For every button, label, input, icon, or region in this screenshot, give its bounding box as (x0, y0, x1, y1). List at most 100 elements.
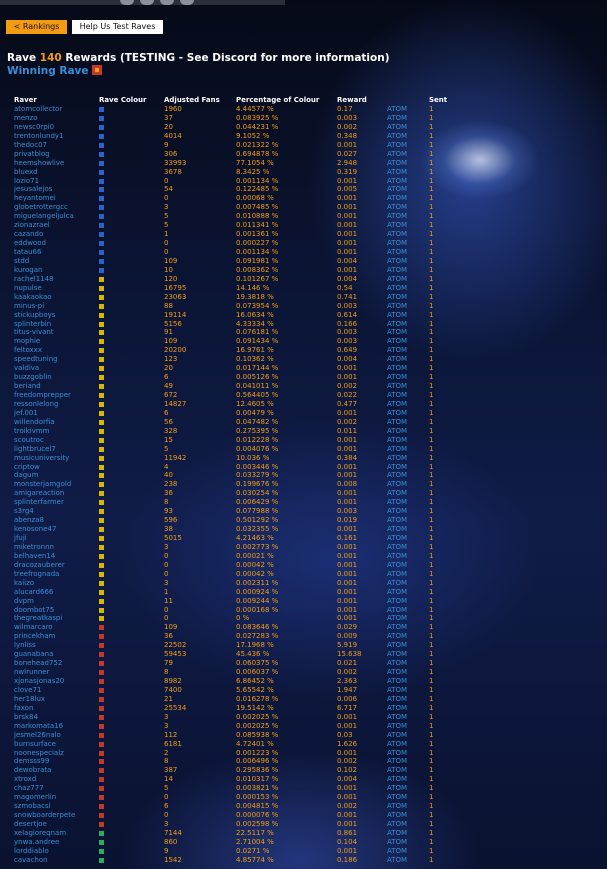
raver-name[interactable]: snowboarderpete (14, 811, 75, 820)
raver-name[interactable]: menzo (14, 114, 38, 123)
atom-token-link[interactable]: ATOM (387, 489, 407, 498)
atom-token-link[interactable]: ATOM (387, 355, 407, 364)
raver-name[interactable]: criptow (14, 463, 40, 472)
atom-token-link[interactable]: ATOM (387, 212, 407, 221)
raver-name[interactable]: kenosone47 (14, 525, 56, 534)
atom-token-link[interactable]: ATOM (387, 427, 407, 436)
raver-name[interactable]: buzzgoblin (14, 373, 52, 382)
raver-name[interactable]: nupulse (14, 284, 42, 293)
raver-name[interactable]: guanabana (14, 650, 53, 659)
raver-name[interactable]: doombot75 (14, 606, 54, 615)
raver-name[interactable]: cazando (14, 230, 43, 239)
raver-name[interactable]: clove71 (14, 686, 41, 695)
atom-token-link[interactable]: ATOM (387, 686, 407, 695)
raver-name[interactable]: heemshowlive (14, 159, 64, 168)
atom-token-link[interactable]: ATOM (387, 507, 407, 516)
raver-name[interactable]: chaz777 (14, 784, 44, 793)
raver-name[interactable]: newsc0rpi0 (14, 123, 54, 132)
atom-token-link[interactable]: ATOM (387, 185, 407, 194)
atom-token-link[interactable]: ATOM (387, 793, 407, 802)
raver-name[interactable]: demsss99 (14, 757, 49, 766)
atom-token-link[interactable]: ATOM (387, 114, 407, 123)
atom-token-link[interactable]: ATOM (387, 168, 407, 177)
raver-name[interactable]: lightbrucel7 (14, 445, 56, 454)
atom-token-link[interactable]: ATOM (387, 802, 407, 811)
atom-token-link[interactable]: ATOM (387, 159, 407, 168)
raver-name[interactable]: xjonasjonas20 (14, 677, 64, 686)
raver-name[interactable]: dvpm (14, 597, 34, 606)
atom-token-link[interactable]: ATOM (387, 436, 407, 445)
atom-token-link[interactable]: ATOM (387, 695, 407, 704)
atom-token-link[interactable]: ATOM (387, 105, 407, 114)
atom-token-link[interactable]: ATOM (387, 775, 407, 784)
raver-name[interactable]: jesusalejos (14, 185, 52, 194)
raver-name[interactable]: minus-pi (14, 302, 44, 311)
raver-name[interactable]: willendorfia (14, 418, 55, 427)
atom-token-link[interactable]: ATOM (387, 659, 407, 668)
raver-name[interactable]: heyantomei (14, 194, 56, 203)
atom-token-link[interactable]: ATOM (387, 463, 407, 472)
toolbar-tab-1[interactable] (120, 0, 134, 5)
atom-token-link[interactable]: ATOM (387, 311, 407, 320)
raver-name[interactable]: stdd (14, 257, 29, 266)
atom-token-link[interactable]: ATOM (387, 722, 407, 731)
toolbar-tab-3[interactable] (160, 0, 174, 5)
raver-name[interactable]: monsterjamgold (14, 480, 71, 489)
atom-token-link[interactable]: ATOM (387, 525, 407, 534)
raver-name[interactable]: nwlrunner (14, 668, 49, 677)
raver-name[interactable]: lozio71 (14, 177, 39, 186)
raver-name[interactable]: dewobrata (14, 766, 51, 775)
raver-name[interactable]: miketronnn (14, 543, 54, 552)
atom-token-link[interactable]: ATOM (387, 257, 407, 266)
atom-token-link[interactable]: ATOM (387, 534, 407, 543)
raver-name[interactable]: feltoxxx (14, 346, 42, 355)
atom-token-link[interactable]: ATOM (387, 239, 407, 248)
raver-name[interactable]: magomerlin (14, 793, 56, 802)
atom-token-link[interactable]: ATOM (387, 177, 407, 186)
atom-token-link[interactable]: ATOM (387, 847, 407, 856)
raver-name[interactable]: lynliss (14, 641, 36, 650)
raver-name[interactable]: lorddiablo (14, 847, 49, 856)
raver-name[interactable]: bluexd (14, 168, 38, 177)
help-test-raves-button[interactable]: Help Us Test Raves (72, 20, 163, 34)
raver-name[interactable]: jesmel26nalo (14, 731, 61, 740)
raver-name[interactable]: freedomprepper (14, 391, 71, 400)
toolbar-tab-2[interactable] (140, 0, 154, 5)
atom-token-link[interactable]: ATOM (387, 418, 407, 427)
raver-name[interactable]: princekham (14, 632, 55, 641)
atom-token-link[interactable]: ATOM (387, 516, 407, 525)
atom-token-link[interactable]: ATOM (387, 194, 407, 203)
atom-token-link[interactable]: ATOM (387, 480, 407, 489)
atom-token-link[interactable]: ATOM (387, 829, 407, 838)
raver-name[interactable]: dagum (14, 471, 38, 480)
raver-name[interactable]: abenza8 (14, 516, 44, 525)
raver-name[interactable]: bonehead752 (14, 659, 62, 668)
raver-name[interactable]: treefrognada (14, 570, 59, 579)
atom-token-link[interactable]: ATOM (387, 641, 407, 650)
raver-name[interactable]: xtroxd (14, 775, 36, 784)
raver-name[interactable]: eddwood (14, 239, 46, 248)
atom-token-link[interactable]: ATOM (387, 811, 407, 820)
raver-name[interactable]: splinterbin (14, 320, 51, 329)
raver-name[interactable]: trentonlundy1 (14, 132, 64, 141)
raver-name[interactable]: zionazrael (14, 221, 50, 230)
atom-token-link[interactable]: ATOM (387, 132, 407, 141)
atom-token-link[interactable]: ATOM (387, 606, 407, 615)
atom-token-link[interactable]: ATOM (387, 275, 407, 284)
atom-token-link[interactable]: ATOM (387, 471, 407, 480)
atom-token-link[interactable]: ATOM (387, 552, 407, 561)
raver-name[interactable]: stickupboys (14, 311, 55, 320)
raver-name[interactable]: jef.001 (14, 409, 38, 418)
atom-token-link[interactable]: ATOM (387, 373, 407, 382)
atom-token-link[interactable]: ATOM (387, 302, 407, 311)
raver-name[interactable]: titus-vivant (14, 328, 54, 337)
rankings-button[interactable]: < Rankings (6, 20, 67, 34)
atom-token-link[interactable]: ATOM (387, 677, 407, 686)
raver-name[interactable]: valdiva (14, 364, 39, 373)
atom-token-link[interactable]: ATOM (387, 731, 407, 740)
raver-name[interactable]: kurogan (14, 266, 42, 275)
raver-name[interactable]: s3rg4 (14, 507, 34, 516)
raver-name[interactable]: markomata16 (14, 722, 63, 731)
atom-token-link[interactable]: ATOM (387, 382, 407, 391)
atom-token-link[interactable]: ATOM (387, 614, 407, 623)
